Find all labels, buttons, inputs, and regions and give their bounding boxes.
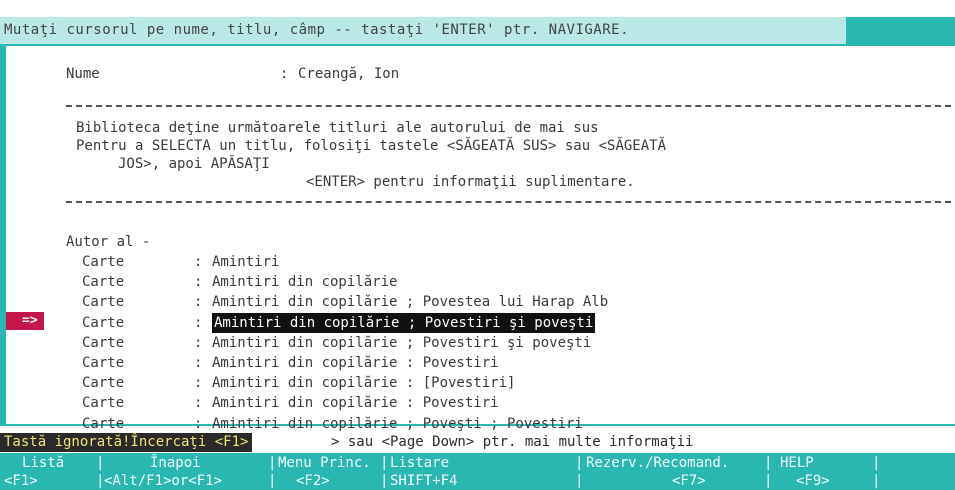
item-separator: : — [194, 415, 203, 432]
item-type: Carte — [82, 274, 125, 291]
fkey-print-code[interactable]: SHIFT+F4 — [390, 472, 457, 490]
instructions-line-3: JOS>, apoi APĂSAŢI — [118, 156, 270, 172]
item-type: Carte — [82, 294, 125, 311]
fkey-sep: | — [380, 455, 389, 471]
author-label: Nume — [66, 66, 100, 82]
item-title[interactable]: Amintiri din copilărie ; Povestiri şi po… — [212, 333, 591, 353]
top-status-bar: Mutaţi cursorul pe nume, titlu, câmp -- … — [0, 17, 955, 44]
item-type: Carte — [82, 395, 125, 412]
fkey-sep: | — [380, 473, 389, 489]
item-type: Carte — [82, 375, 125, 392]
item-type: Carte — [82, 334, 125, 351]
item-title[interactable]: Amintiri din copilărie : Povestiri — [212, 393, 499, 413]
item-separator: : — [194, 274, 203, 291]
fkey-sep: | — [268, 455, 277, 471]
instructions-line-1: Biblioteca deţine următoarele titluri al… — [76, 120, 599, 136]
divider-top — [66, 105, 951, 107]
item-separator: : — [194, 314, 203, 331]
fkey-sep: | — [764, 473, 773, 489]
fkey-sep: | — [872, 473, 881, 489]
function-key-bar: Listă | Înapoi | Menu Princ. | Listare |… — [0, 453, 955, 490]
item-type: Carte — [82, 355, 125, 371]
item-separator: : — [194, 254, 203, 270]
item-separator: : — [194, 334, 203, 351]
list-item[interactable]: Carte: Amintiri din copilărie ; Poveşti ;… — [6, 414, 955, 434]
item-separator: : — [194, 294, 203, 311]
fkey-sep: | — [575, 455, 584, 471]
fkey-list-label[interactable]: Listă — [22, 454, 64, 472]
fkey-back-label[interactable]: Înapoi — [150, 454, 201, 472]
fkey-sep: | — [268, 473, 277, 489]
author-name[interactable]: Creangă, Ion — [298, 64, 399, 84]
fkey-reserve-code[interactable]: <F7> — [672, 472, 706, 490]
list-item[interactable]: Carte: Amintiri din copilărie ; Povestea … — [6, 292, 955, 312]
list-item[interactable]: Carte: Amintiri din copilărie : Povestiri — [6, 353, 955, 373]
item-title[interactable]: Amintiri din copilărie — [212, 272, 397, 292]
fkey-print-label[interactable]: Listare — [390, 454, 449, 472]
item-separator: : — [194, 375, 203, 392]
list-item[interactable]: Carte: Amintiri din copilărie — [6, 272, 955, 292]
item-title[interactable]: Amintiri din copilărie : [Povestiri] — [212, 373, 515, 393]
item-type: Carte — [82, 254, 125, 270]
fkey-main-menu-label[interactable]: Menu Princ. — [278, 454, 371, 472]
instructions-line-2: Pentru a SELECTA un titlu, folosiţi tast… — [76, 138, 667, 154]
fkey-list-code[interactable]: <F1> — [4, 472, 38, 490]
fkey-sep: | — [764, 455, 773, 471]
opac-terminal-screen: Mutaţi cursorul pe nume, titlu, câmp -- … — [0, 0, 955, 490]
fkey-back-code[interactable]: <Alt/F1>or<F1> — [104, 472, 222, 490]
key-ignored-warning: Tastă ignorată!Încercaţi <F1> — [0, 433, 253, 452]
item-separator: : — [194, 355, 203, 371]
function-key-labels-row: Listă | Înapoi | Menu Princ. | Listare |… — [0, 454, 880, 472]
fkey-sep: | — [872, 455, 881, 471]
item-title[interactable]: Amintiri din copilărie : Povestiri — [212, 353, 499, 373]
item-type: Carte — [82, 314, 125, 331]
fkey-reserve-label[interactable]: Rezerv./Recomand. — [586, 454, 729, 472]
fkey-main-menu-code[interactable]: <F2> — [296, 472, 330, 490]
item-title[interactable]: Amintiri — [212, 252, 279, 272]
list-item[interactable]: Carte: Amintiri din copilărie ; Povestiri… — [6, 312, 955, 333]
item-title[interactable]: Amintiri din copilărie ; Povestiri şi po… — [212, 312, 596, 333]
list-item[interactable]: Carte: Amintiri din copilărie : Povestiri — [6, 393, 955, 413]
function-key-codes-row: <F1> <Alt/F1>or<F1> | | <F2> | SHIFT+F4 … — [0, 472, 880, 490]
item-title[interactable]: Amintiri din copilărie ; Povestea lui Ha… — [212, 292, 608, 312]
fkey-sep: | — [575, 473, 584, 489]
author-separator: : — [280, 66, 289, 82]
item-title[interactable]: Amintiri din copilărie ; Poveşti ; Poves… — [212, 414, 583, 434]
instructions-line-4: <ENTER> pentru informaţii suplimentare. — [306, 174, 635, 190]
list-item[interactable]: Carte: Amintiri — [6, 252, 955, 272]
navigation-hint: Mutaţi cursorul pe nume, titlu, câmp -- … — [0, 17, 846, 44]
bottom-message-row: Tastă ignorată!Încercaţi <F1> > sau <Pag… — [0, 433, 955, 452]
list-heading: Autor al - — [66, 234, 151, 250]
more-info-hint: > sau <Page Down> ptr. mai multe informa… — [331, 434, 694, 450]
list-item[interactable]: Carte: Amintiri din copilărie ; Povestiri… — [6, 333, 955, 353]
fkey-sep: | — [96, 455, 105, 471]
fkey-sep: | — [96, 473, 105, 489]
item-type: Carte — [82, 415, 125, 432]
fkey-help-code[interactable]: <F9> — [796, 472, 830, 490]
item-separator: : — [194, 395, 203, 412]
list-item[interactable]: Carte: Amintiri din copilărie : [Povestir… — [6, 373, 955, 393]
fkey-help-label[interactable]: HELP — [780, 454, 814, 472]
divider-bottom — [66, 201, 951, 203]
results-panel: Nume : Creangă, Ion Biblioteca deţine ur… — [0, 44, 955, 432]
